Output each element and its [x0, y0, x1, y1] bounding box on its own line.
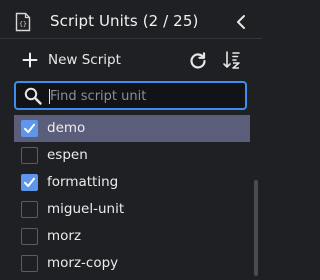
search-input[interactable] [50, 85, 240, 107]
collapse-chevron-icon[interactable] [232, 12, 250, 32]
refresh-icon[interactable] [188, 50, 208, 70]
svg-text:{}: {} [19, 20, 27, 28]
list-item[interactable]: morz-copy [14, 250, 250, 277]
plus-icon [22, 52, 38, 68]
panel-title: Script Units (2 / 25) [50, 12, 199, 30]
new-script-label: New Script [48, 52, 121, 68]
list-item[interactable]: demo [14, 115, 250, 142]
list-item-label: morz-copy [47, 255, 119, 271]
list-item-label: miguel-unit [47, 201, 125, 217]
checkbox[interactable] [21, 120, 38, 137]
checkbox[interactable] [21, 255, 38, 272]
script-file-icon: {} [14, 12, 32, 32]
list-item[interactable]: formatting [14, 169, 250, 196]
list-item[interactable]: espen [14, 142, 250, 169]
list-item[interactable]: miguel-unit [14, 196, 250, 223]
checkbox[interactable] [21, 147, 38, 164]
list-item[interactable]: morz [14, 223, 250, 250]
checkbox[interactable] [21, 201, 38, 218]
sort-icon[interactable] [222, 50, 242, 70]
checkbox[interactable] [21, 174, 38, 191]
header-divider [0, 38, 262, 39]
scrollbar[interactable] [254, 180, 258, 276]
list-item-label: espen [47, 147, 88, 163]
checkbox[interactable] [21, 228, 38, 245]
search-icon [24, 87, 42, 105]
script-unit-list: demo espen formatting miguel-unit morz m… [14, 115, 250, 277]
new-script-button[interactable]: New Script [22, 50, 121, 70]
script-units-panel: {} Script Units (2 / 25) New Script Find… [0, 0, 262, 280]
list-item-label: demo [47, 120, 86, 136]
search-box[interactable] [14, 81, 247, 110]
list-item-label: morz [47, 228, 82, 244]
list-item-label: formatting [47, 174, 119, 190]
